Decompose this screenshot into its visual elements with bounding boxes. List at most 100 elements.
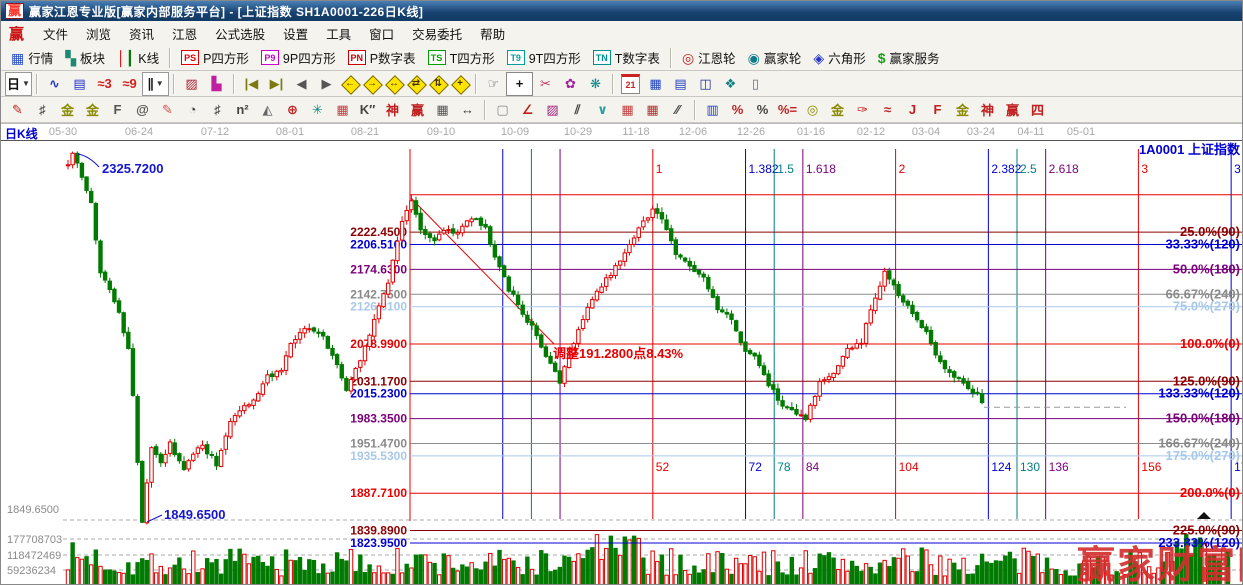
zoom-left-button[interactable]: ←: [339, 73, 361, 95]
volume-bar: [317, 574, 320, 585]
shen-grid-tool[interactable]: 神: [380, 99, 405, 121]
gold-circle-tool[interactable]: ◎: [800, 99, 825, 121]
v-wave-tool[interactable]: ∨: [590, 99, 615, 121]
compress-button[interactable]: ⇄: [405, 73, 427, 95]
winner-wheel-button[interactable]: ◉赢家轮: [742, 46, 808, 69]
percent-tool[interactable]: %: [750, 99, 775, 121]
volume-bar: [730, 574, 733, 585]
hexagon-button[interactable]: ◈六角形: [807, 46, 871, 69]
notes-button[interactable]: ▤: [668, 73, 693, 95]
trend-lines-tool[interactable]: ⫽: [565, 99, 590, 121]
menu-item-8[interactable]: 交易委托: [403, 21, 471, 46]
print-button[interactable]: ▯: [743, 73, 768, 95]
snowflake-tool[interactable]: ✳: [305, 99, 330, 121]
gold-level-tool[interactable]: 金: [825, 99, 850, 121]
red-grid3-tool[interactable]: ▦: [640, 99, 665, 121]
n-square-tool[interactable]: n²: [230, 99, 255, 121]
ying-angle-tool[interactable]: 赢: [1000, 99, 1025, 121]
fan-lines-tool[interactable]: ∠: [515, 99, 540, 121]
sectors-button[interactable]: ▚板块: [59, 46, 111, 69]
p9-square-button[interactable]: P99P四方形: [255, 46, 342, 69]
stat-bars-tool[interactable]: ▥: [700, 99, 725, 121]
menu-item-3[interactable]: 江恩: [163, 21, 206, 46]
p-number-button[interactable]: PNP数字表: [342, 46, 422, 69]
menu-item-5[interactable]: 设置: [274, 21, 317, 46]
drag-hand-button[interactable]: ☞: [481, 73, 506, 95]
number-grid-tool[interactable]: ▦: [430, 99, 455, 121]
t9-square-button[interactable]: T99T四方形: [501, 46, 587, 69]
kline-button[interactable]: │┃K线: [111, 46, 165, 69]
k-segment-tool[interactable]: K″: [355, 99, 380, 121]
gold-square2-tool[interactable]: 金: [80, 99, 105, 121]
first-page-button[interactable]: |◀: [239, 73, 264, 95]
j-line-tool[interactable]: J: [900, 99, 925, 121]
calendar-button[interactable]: 21: [618, 73, 643, 95]
overlay-9-button[interactable]: ≈9: [117, 73, 142, 95]
f-line-tool[interactable]: F: [925, 99, 950, 121]
menu-item-6[interactable]: 工具: [317, 21, 360, 46]
red-pencil-tool[interactable]: ✎: [155, 99, 180, 121]
price-ruler-tool[interactable]: ♯: [205, 99, 230, 121]
red-grid2-tool[interactable]: ▦: [615, 99, 640, 121]
pencil-tool[interactable]: ✎: [5, 99, 30, 121]
menu-item-7[interactable]: 窗口: [360, 21, 403, 46]
winner-service-button[interactable]: $赢家服务: [872, 46, 946, 69]
period-day-button[interactable]: 日▼: [5, 72, 32, 96]
p-square-button[interactable]: PSP四方形: [175, 46, 255, 69]
menu-item-4[interactable]: 公式选股: [206, 21, 274, 46]
gann-flower-button[interactable]: ✿: [558, 73, 583, 95]
parallel-lines-tool[interactable]: ∕∕: [665, 99, 690, 121]
quotes-button[interactable]: ▦行情: [5, 46, 59, 69]
candle-style-button[interactable]: ∥▼: [142, 72, 169, 96]
four-angle-tool[interactable]: 四: [1025, 99, 1050, 121]
percent-retrace-tool[interactable]: %: [725, 99, 750, 121]
wave-band-tool[interactable]: ≈: [875, 99, 900, 121]
t-number-button[interactable]: TNT数字表: [587, 46, 666, 69]
width-measure-tool[interactable]: ↔: [455, 99, 480, 121]
candle-body: [554, 363, 557, 371]
ying-grid-tool[interactable]: 赢: [405, 99, 430, 121]
calculator-button[interactable]: ▦: [643, 73, 668, 95]
candle-body: [493, 245, 496, 258]
red-grid-tool[interactable]: ▦: [330, 99, 355, 121]
info-list-button[interactable]: ▤: [67, 73, 92, 95]
pattern-frame-button[interactable]: ▨: [179, 73, 204, 95]
wave-chart-button[interactable]: ∿: [42, 73, 67, 95]
full-zoom-button[interactable]: +: [449, 73, 471, 95]
f-square-tool[interactable]: F: [105, 99, 130, 121]
angle-measure-button[interactable]: ✂: [533, 73, 558, 95]
last-page-button[interactable]: ▶|: [264, 73, 289, 95]
shen-angle-tool[interactable]: 神: [975, 99, 1000, 121]
save-button[interactable]: ◫: [693, 73, 718, 95]
menu-item-1[interactable]: 浏览: [77, 21, 120, 46]
overlay-3-button[interactable]: ≈3: [92, 73, 117, 95]
gold-angle-tool[interactable]: 金: [950, 99, 975, 121]
volume-bar: [1059, 575, 1062, 585]
t-square-button[interactable]: TST四方形: [422, 46, 501, 69]
menu-item-0[interactable]: 文件: [34, 21, 77, 46]
neural-analysis-button[interactable]: ❋: [583, 73, 608, 95]
gann-lines-tool[interactable]: ♯: [30, 99, 55, 121]
zoom-right-button[interactable]: →: [361, 73, 383, 95]
menu-item-9[interactable]: 帮助: [471, 21, 514, 46]
gold-square-tool[interactable]: 金: [55, 99, 80, 121]
circle-cross-tool[interactable]: ⊕: [280, 99, 305, 121]
next-page-button[interactable]: ▶: [314, 73, 339, 95]
chart-canvas[interactable]: 1521.382721.5781.6188421042.3821242.5130…: [1, 141, 1243, 585]
prev-page-button[interactable]: ◀: [289, 73, 314, 95]
spiral-tool[interactable]: @: [130, 99, 155, 121]
vscale-button[interactable]: ⇅: [427, 73, 449, 95]
brush-tool[interactable]: ✑: [850, 99, 875, 121]
candle-body: [837, 366, 840, 374]
fan-grid-tool[interactable]: ▨: [540, 99, 565, 121]
expand-button[interactable]: ↔: [383, 73, 405, 95]
gann-wheel-button[interactable]: ◎江恩轮: [676, 46, 742, 69]
crosshair-button[interactable]: +: [506, 72, 533, 96]
percent-lines-tool[interactable]: %=: [775, 99, 800, 121]
color-volume-button[interactable]: ▙: [204, 73, 229, 95]
frame-tool[interactable]: ▢: [490, 99, 515, 121]
angle-mirror-tool[interactable]: ◭: [255, 99, 280, 121]
network-button[interactable]: ❖: [718, 73, 743, 95]
menu-item-2[interactable]: 资讯: [120, 21, 163, 46]
time-cycle-tool[interactable]: ◔: [180, 99, 205, 121]
